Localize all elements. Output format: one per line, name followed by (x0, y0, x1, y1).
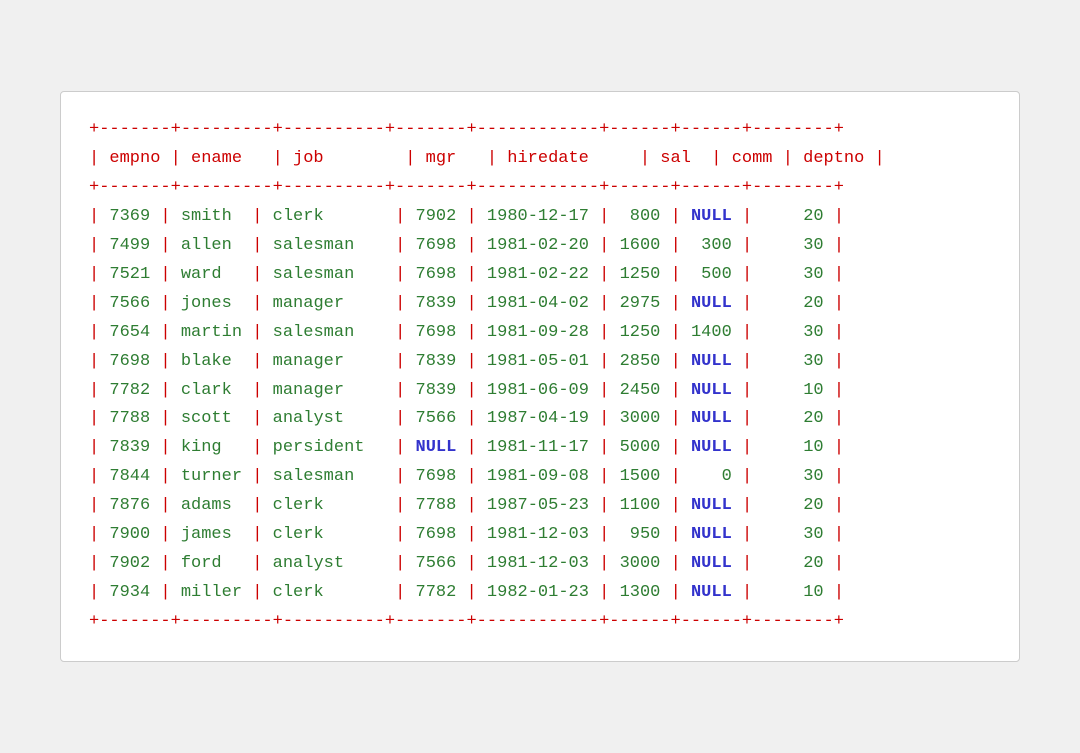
main-container: +-------+---------+----------+-------+--… (60, 91, 1020, 661)
table-display: +-------+---------+----------+-------+--… (89, 116, 991, 636)
